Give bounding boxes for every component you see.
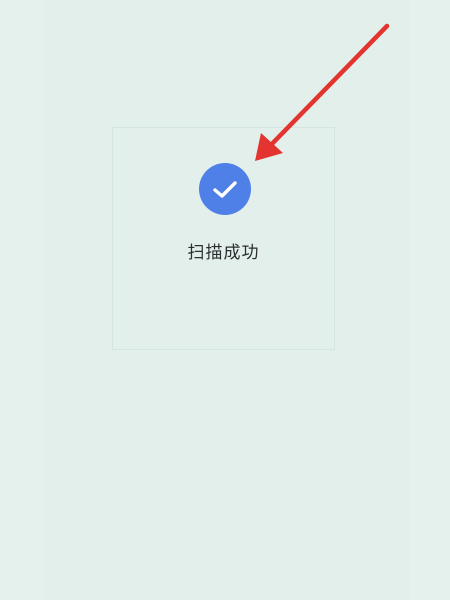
scan-result-card: 扫描成功	[112, 127, 335, 350]
check-icon	[199, 163, 251, 215]
scan-status-text: 扫描成功	[187, 243, 260, 263]
